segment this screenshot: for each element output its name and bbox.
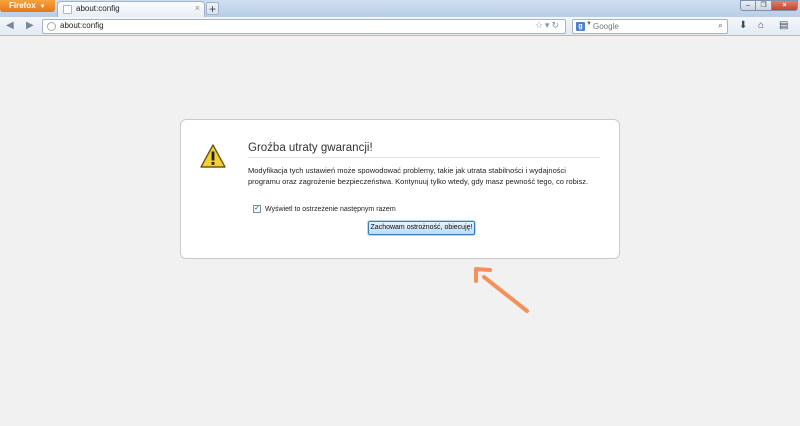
search-icon[interactable]: ⌕ — [718, 20, 723, 31]
url-bar-buttons: ☆▾↻ — [535, 20, 561, 31]
download-icon[interactable]: ⬇ — [739, 20, 747, 31]
minimize-button[interactable]: – — [740, 0, 756, 11]
close-tab-icon[interactable]: × — [195, 3, 200, 13]
warranty-warning-dialog: Groźba utraty gwarancji! Modyfikacja tyc… — [180, 119, 620, 259]
url-bar[interactable]: about:config ☆▾↻ — [42, 19, 566, 34]
tab-title: about:config — [76, 4, 120, 13]
divider — [248, 157, 600, 158]
annotation-arrow-icon — [474, 267, 529, 313]
page-favicon-icon — [63, 5, 72, 14]
url-text: about:config — [60, 21, 104, 30]
show-warning-checkbox[interactable]: ✓ — [253, 205, 261, 213]
firefox-menu-button[interactable]: Firefox ▼ — [0, 0, 55, 12]
navigation-bar: ◀ ▶ about:config ☆▾↻ g ▼ ⌕ ⬇ ⌂ ▤ — [0, 17, 800, 36]
show-warning-checkbox-row[interactable]: ✓ Wyświetl to ostrzeżenie następnym raze… — [253, 205, 396, 213]
warning-icon — [200, 144, 226, 168]
dialog-title: Groźba utraty gwarancji! — [248, 142, 373, 154]
back-button[interactable]: ◀ — [6, 20, 14, 31]
reload-icon[interactable]: ↻ — [551, 20, 561, 30]
chevron-down-icon[interactable]: ▼ — [586, 21, 592, 27]
firefox-menu-label: Firefox — [9, 1, 36, 10]
forward-button[interactable]: ▶ — [26, 20, 34, 31]
close-window-button[interactable]: × — [772, 0, 798, 11]
dialog-message: Modyfikacja tych ustawień może spowodowa… — [248, 166, 589, 186]
bookmark-star-icon[interactable]: ☆ — [535, 20, 545, 30]
page-content: Groźba utraty gwarancji! Modyfikacja tyc… — [0, 37, 800, 426]
show-warning-checkbox-label[interactable]: Wyświetl to ostrzeżenie następnym razem — [265, 206, 396, 213]
restore-button[interactable]: ❐ — [756, 0, 772, 11]
tab-strip: Firefox ▼ about:config × + – ❐ × — [0, 0, 800, 17]
tab-about-config[interactable]: about:config × — [57, 1, 205, 17]
site-identity-icon[interactable] — [47, 22, 56, 31]
menu-icon[interactable]: ▤ — [779, 20, 788, 31]
new-tab-button[interactable]: + — [206, 2, 219, 15]
home-icon[interactable]: ⌂ — [758, 20, 764, 31]
chevron-down-icon: ▼ — [39, 4, 46, 10]
accept-risk-button[interactable]: Zachowam ostrożność, obiecuję! — [368, 221, 475, 235]
google-g-icon[interactable]: g — [576, 22, 585, 31]
window-controls: – ❐ × — [740, 0, 798, 11]
search-input[interactable] — [593, 21, 708, 32]
search-bar: g ▼ ⌕ — [572, 19, 728, 34]
